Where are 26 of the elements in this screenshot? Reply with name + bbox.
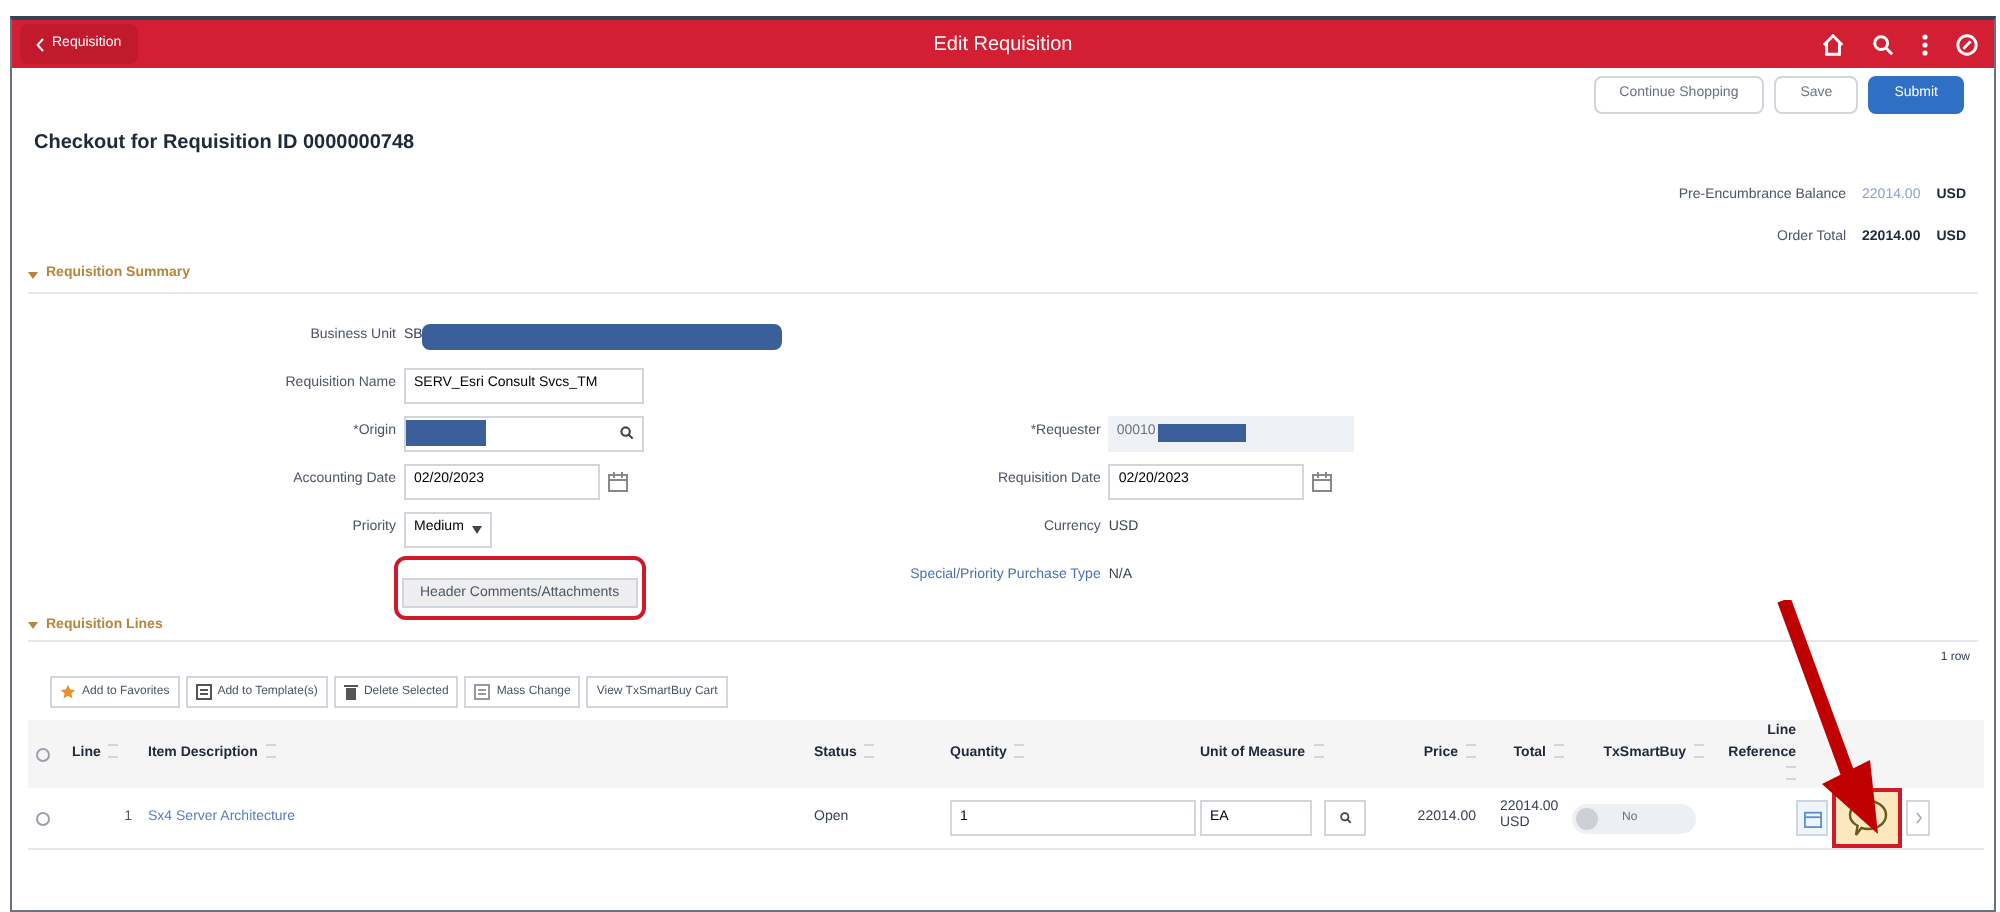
star-icon — [60, 684, 76, 700]
row-detail-button[interactable] — [1906, 800, 1930, 836]
template-icon — [195, 684, 212, 700]
collapse-icon — [28, 269, 38, 280]
navbar-icon[interactable] — [1956, 33, 1978, 55]
search-icon[interactable] — [620, 426, 634, 440]
search-icon[interactable] — [1872, 33, 1894, 55]
trash-icon — [343, 684, 358, 700]
caret-icon — [471, 525, 482, 533]
home-icon[interactable] — [1822, 33, 1844, 55]
search-icon — [1339, 812, 1351, 824]
calendar-icon — [1803, 809, 1821, 827]
select-all-checkbox[interactable] — [36, 747, 50, 761]
row-checkbox[interactable] — [36, 811, 50, 825]
calendar-icon[interactable] — [608, 471, 628, 491]
chevron-right-icon — [1915, 812, 1921, 824]
list-icon — [474, 684, 491, 700]
search-button[interactable] — [1324, 800, 1366, 836]
lookup-field[interactable] — [404, 415, 644, 451]
more-icon[interactable] — [1922, 33, 1928, 55]
calendar-icon[interactable] — [1312, 471, 1333, 491]
page-title: Checkout for Requisition ID 0000000748 — [32, 130, 417, 158]
page-header-title: Edit Requisition — [933, 31, 1073, 59]
collapse-icon — [28, 620, 38, 631]
schedule-button[interactable] — [1796, 800, 1828, 836]
chevron-left-icon — [36, 37, 44, 51]
